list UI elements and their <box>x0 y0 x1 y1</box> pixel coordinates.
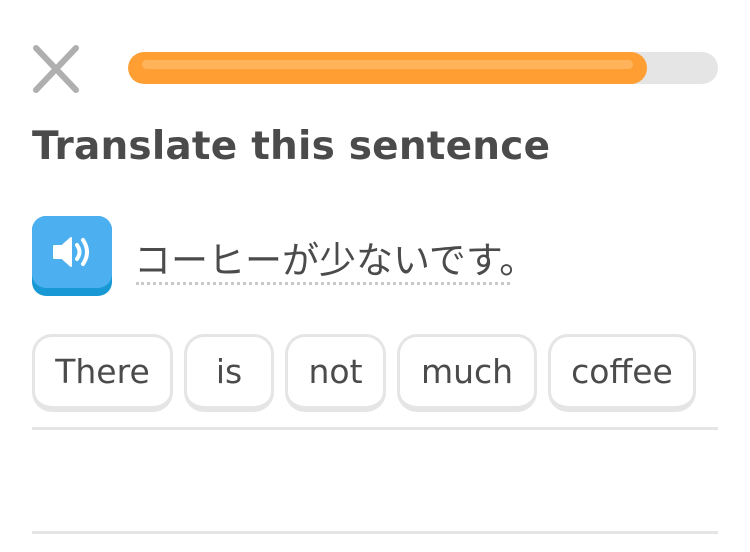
answer-line <box>32 531 718 534</box>
word-chip[interactable]: not <box>285 334 386 412</box>
selected-words: There is not much coffee <box>32 334 696 412</box>
progress-highlight <box>142 60 634 69</box>
close-icon <box>33 45 79 93</box>
prompt-sentence[interactable]: コーヒーが少ないです。 <box>134 230 536 284</box>
challenge-title: Translate this sentence <box>32 124 551 169</box>
play-audio-button[interactable] <box>32 216 112 296</box>
answer-line <box>32 427 718 430</box>
lesson-screen: Translate this sentence コーヒーが少ないです。 Ther… <box>0 0 750 552</box>
word-chip[interactable]: coffee <box>548 334 696 412</box>
speaker-icon <box>53 237 89 267</box>
word-chip[interactable]: is <box>184 334 274 412</box>
answer-area[interactable]: There is not much coffee <box>32 330 718 430</box>
progress-fill <box>128 52 648 84</box>
close-button[interactable] <box>28 42 84 96</box>
word-chip[interactable]: much <box>397 334 537 412</box>
word-chip[interactable]: There <box>32 334 173 412</box>
progress-bar <box>128 52 718 84</box>
prompt-hint-underline <box>136 282 510 285</box>
